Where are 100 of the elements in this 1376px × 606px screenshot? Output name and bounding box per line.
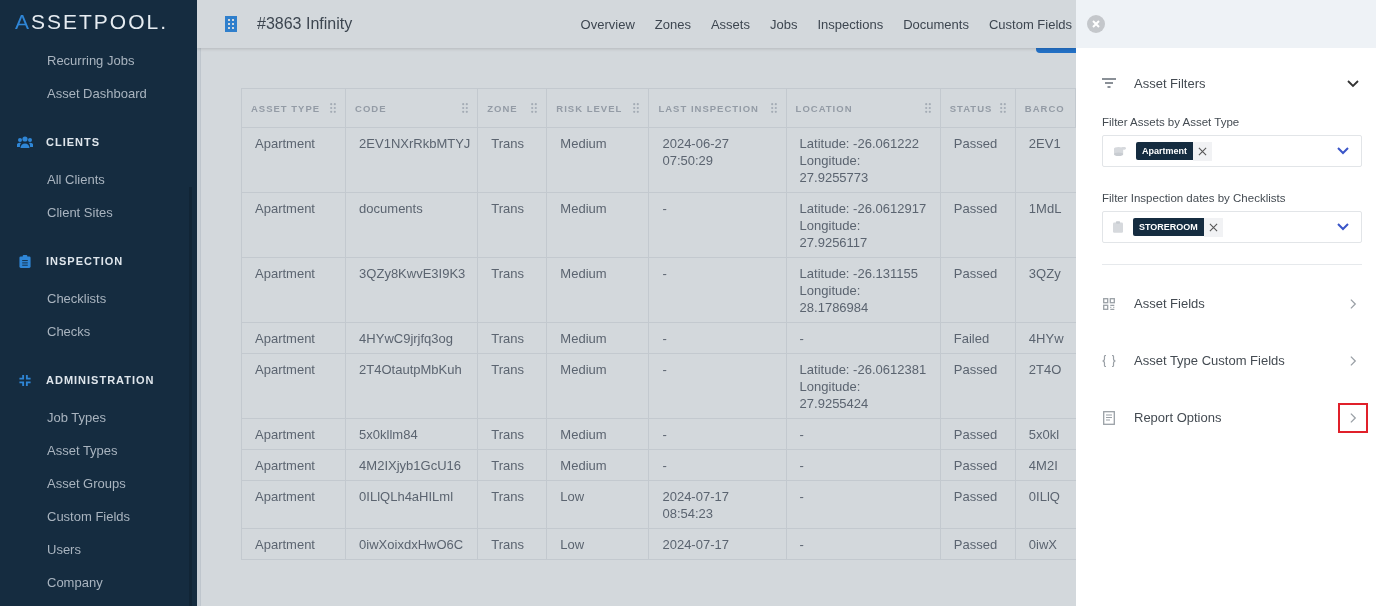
table-cell: Medium [546,257,649,323]
section-title[interactable]: Asset Type Custom Fields [1134,353,1285,368]
remove-button[interactable] [1193,141,1212,161]
drag-handle-icon[interactable] [999,103,1006,113]
table-cell: Passed [940,353,1016,419]
sidebar-item[interactable]: Checks [0,315,197,348]
field-label: Filter Inspection dates by Checklists [1102,192,1287,204]
drag-handle-icon[interactable] [330,103,337,113]
table-cell: Passed [940,528,1016,560]
table-cell: - [648,418,787,450]
nav-tab[interactable]: Custom Fields [988,16,1072,32]
table-cell: Passed [940,418,1016,450]
nav-tab[interactable]: Inspections [817,16,884,32]
table-cell: Apartment [241,449,346,481]
table-cell: Trans [477,322,547,354]
table-cell: 2024-06-27 07:50:29 [648,127,787,193]
table-cell: Latitude: -26.0612381 Longitude: 27.9255424 [786,353,941,419]
building-icon [225,16,237,32]
section-heading: CLIENTS [46,136,101,148]
clipboard-icon [1113,221,1123,233]
nav-tab[interactable]: Zones [654,16,691,32]
section-heading: ADMINISTRATION [46,374,155,386]
close-icon[interactable] [1198,147,1207,156]
table-cell: Trans [477,449,547,481]
section-title[interactable]: Asset Fields [1134,296,1205,311]
table-cell: - [648,449,787,481]
multi-select-field[interactable]: Apartment [1102,135,1362,167]
table-cell: Medium [546,192,649,258]
tag-chip: STOREROOM [1133,218,1204,236]
close-icon[interactable] [1208,223,1218,232]
sidebar-item[interactable]: Users [0,533,197,566]
drag-handle-icon[interactable] [924,103,931,113]
table-cell: 4M2IXjyb1GcU16 [345,449,478,481]
table-cell: Trans [477,353,547,419]
table-cell: Trans [477,480,547,529]
chevron-right-icon[interactable] [1349,354,1357,367]
table-cell: Medium [546,418,649,450]
drag-handle-icon[interactable] [462,103,469,113]
table-cell: 2T4OtautpMbKuh [345,353,478,419]
sidebar-item[interactable]: Asset Types [0,434,197,467]
table-cell: Medium [546,322,649,354]
table-cell: 2024-07-17 08:54:23 [648,480,787,529]
filter-icon [1102,78,1116,88]
section-title[interactable]: Report Options [1134,410,1222,425]
chevron-down-icon[interactable] [1337,147,1349,155]
remove-button[interactable] [1203,217,1223,237]
drag-handle-icon[interactable] [531,103,538,113]
sidebar-item[interactable]: Job Types [0,401,197,434]
table-cell: 4HYwC9jrjfq3og [345,322,478,354]
stack-icon [1113,145,1126,157]
expand-button[interactable] [1338,402,1368,433]
sidebar-item[interactable]: Checklists [0,282,197,315]
nav-tab[interactable]: Assets [710,16,750,32]
sidebar-item[interactable]: Recurring Jobs [0,44,197,77]
table-cell: 0iwXoixdxHwO6C [345,528,478,560]
tag-chip: Apartment [1136,142,1193,160]
table-cell: Trans [477,192,547,258]
table-cell: Passed [940,480,1016,529]
grid-icon [1102,297,1116,310]
table-cell: 2024-07-17 [648,528,787,560]
chevron-right-icon[interactable] [1349,411,1357,424]
multi-select-field[interactable]: STOREROOM [1102,211,1362,243]
sidebar-item[interactable]: Company [0,566,197,599]
drag-handle-icon[interactable] [633,103,640,113]
chevron-right-icon[interactable] [1349,297,1357,310]
section-title: Asset Filters [1134,75,1206,91]
table-cell: - [648,322,787,354]
table-cell: Apartment [241,257,346,323]
sidebar-item[interactable]: Asset Groups [0,467,197,500]
table-cell: Trans [477,127,547,193]
table-cell: 2EV1NXrRkbMTYJ [345,127,478,193]
table-cell: Latitude: -26.0612917 Longitude: 27.9256117 [786,192,941,258]
download-button[interactable] [1036,48,1076,53]
compress-icon [17,373,33,387]
people-icon [17,136,33,148]
chevron-down-icon[interactable] [1337,223,1349,231]
drag-handle-icon[interactable] [770,103,777,113]
sidebar-item[interactable]: Client Sites [0,196,197,229]
table-cell: Apartment [241,192,346,258]
table-cell: Apartment [241,480,346,529]
table-cell: - [786,322,941,354]
chevron-down-icon[interactable] [1347,77,1359,89]
sidebar-item[interactable]: All Clients [0,163,197,196]
nav-tab[interactable]: Overview [580,16,635,32]
logo: ASSETPOOL. [14,9,170,35]
table-cell: Medium [546,127,649,193]
table-cell: Low [546,480,649,529]
table-cell: - [648,257,787,323]
nav-tab[interactable]: Documents [903,16,969,32]
table-cell: Apartment [241,418,346,450]
sidebar-item[interactable]: Asset Dashboard [0,77,197,110]
table-cell: - [648,353,787,419]
nav-tab[interactable]: Jobs [769,16,798,32]
section-heading: INSPECTION [46,255,124,267]
table-cell: - [786,480,941,529]
table-cell: Low [546,528,649,560]
table-cell: - [786,449,941,481]
table-cell: Passed [940,257,1016,323]
table-cell: Passed [940,449,1016,481]
sidebar-item[interactable]: Custom Fields [0,500,197,533]
